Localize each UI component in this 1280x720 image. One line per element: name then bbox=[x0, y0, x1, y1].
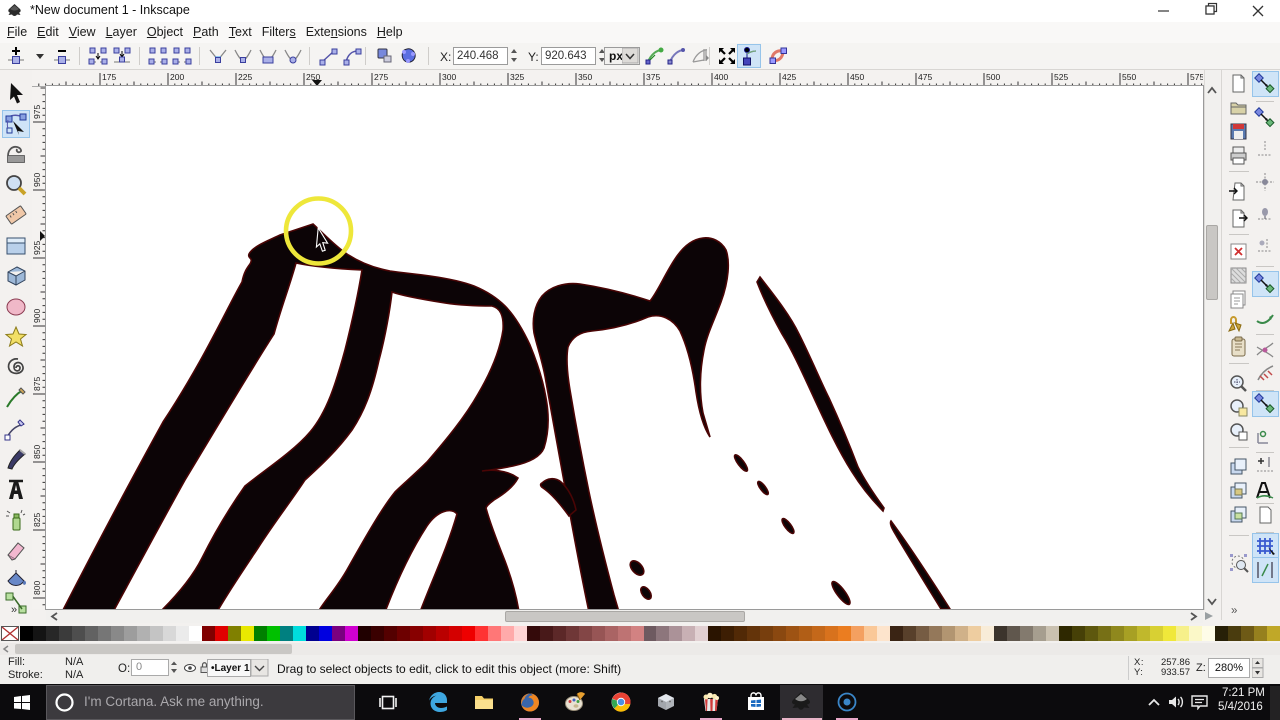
svg-text:850: 850 bbox=[32, 445, 42, 459]
svg-text:800: 800 bbox=[32, 581, 42, 595]
svg-text:175: 175 bbox=[102, 72, 116, 82]
svg-text:200: 200 bbox=[170, 72, 184, 82]
svg-text:350: 350 bbox=[578, 72, 592, 82]
svg-text:900: 900 bbox=[32, 309, 42, 323]
svg-text:875: 875 bbox=[32, 377, 42, 391]
svg-text:300: 300 bbox=[442, 72, 456, 82]
svg-text:825: 825 bbox=[32, 513, 42, 527]
svg-text:375: 375 bbox=[646, 72, 660, 82]
svg-text:950: 950 bbox=[32, 173, 42, 187]
svg-text:225: 225 bbox=[238, 72, 252, 82]
svg-text:500: 500 bbox=[986, 72, 1000, 82]
svg-text:325: 325 bbox=[510, 72, 524, 82]
svg-text:475: 475 bbox=[918, 72, 932, 82]
svg-text:450: 450 bbox=[850, 72, 864, 82]
svg-text:425: 425 bbox=[782, 72, 796, 82]
svg-text:400: 400 bbox=[714, 72, 728, 82]
svg-text:575: 575 bbox=[1190, 72, 1203, 82]
svg-text:925: 925 bbox=[32, 241, 42, 255]
svg-text:550: 550 bbox=[1122, 72, 1136, 82]
svg-text:525: 525 bbox=[1054, 72, 1068, 82]
svg-text:975: 975 bbox=[32, 105, 42, 119]
svg-text:275: 275 bbox=[374, 72, 388, 82]
